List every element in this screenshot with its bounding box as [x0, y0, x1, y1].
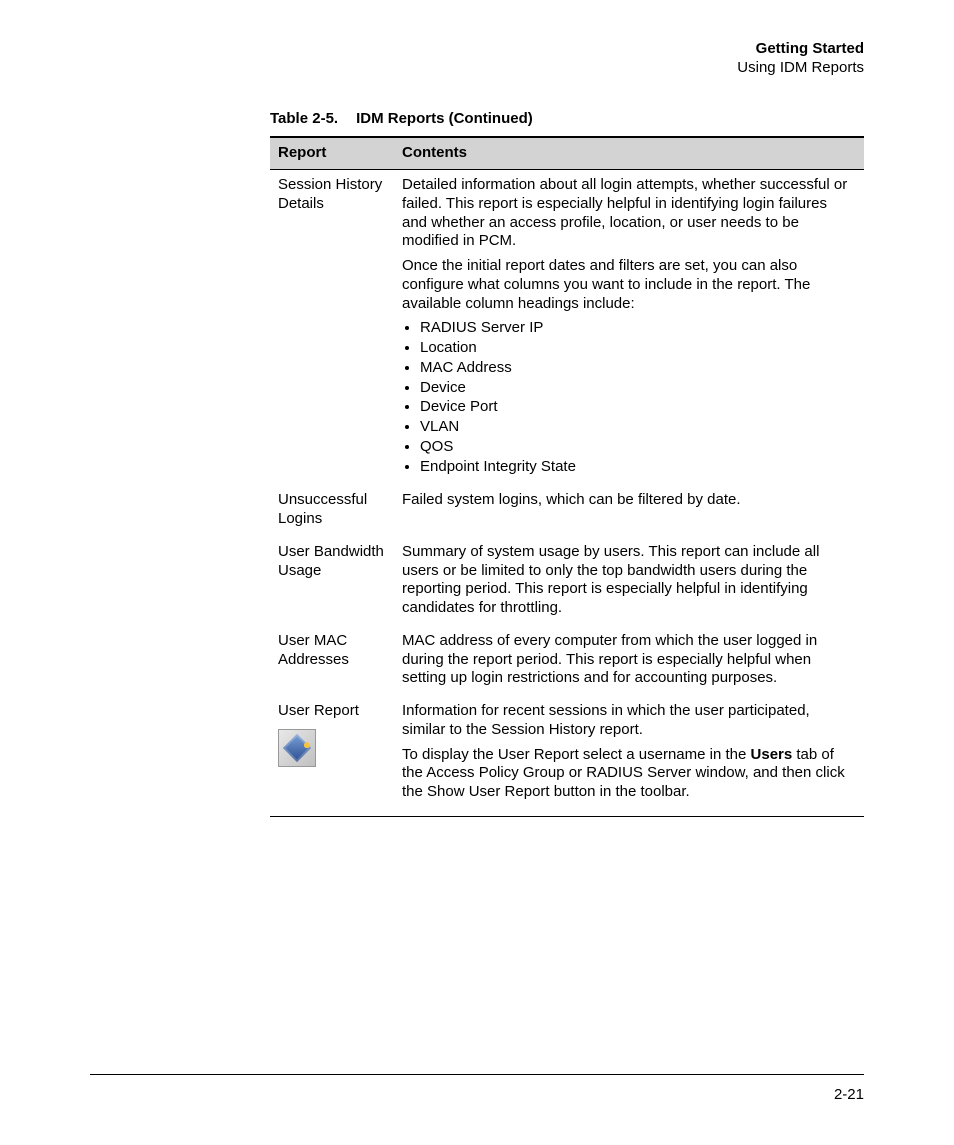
text: To display the User Report select a user…: [402, 746, 751, 763]
footer-rule: [90, 1074, 864, 1075]
table-number: Table 2-5.: [270, 110, 338, 127]
paragraph: To display the User Report select a user…: [402, 746, 856, 802]
chapter-title: Getting Started: [270, 40, 864, 59]
page-header: Getting Started Using IDM Reports: [270, 40, 864, 78]
report-name: User Report: [278, 702, 388, 721]
paragraph: Detailed information about all login att…: [402, 176, 856, 251]
report-contents: Detailed information about all login att…: [394, 170, 864, 486]
col-header-report: Report: [270, 137, 394, 169]
table-title: IDM Reports (Continued): [356, 110, 533, 127]
report-name-cell: User Report: [270, 696, 394, 816]
list-item: RADIUS Server IP: [420, 319, 856, 338]
report-contents: Failed system logins, which can be filte…: [394, 485, 864, 537]
report-name: User Bandwidth Usage: [270, 537, 394, 626]
reports-table: Report Contents Session History Details …: [270, 136, 864, 817]
section-title: Using IDM Reports: [270, 59, 864, 78]
table-row: User Bandwidth Usage Summary of system u…: [270, 537, 864, 626]
page-number: 2-21: [834, 1086, 864, 1105]
report-contents: Summary of system usage by users. This r…: [394, 537, 864, 626]
report-name: Session History Details: [270, 170, 394, 486]
report-name: User MAC Addresses: [270, 626, 394, 696]
list-item: Location: [420, 339, 856, 358]
report-contents: Information for recent sessions in which…: [394, 696, 864, 816]
paragraph: Information for recent sessions in which…: [402, 702, 856, 740]
page-content: Table 2-5. IDM Reports (Continued) Report…: [270, 110, 864, 817]
col-header-contents: Contents: [394, 137, 864, 169]
table-row: User MAC Addresses MAC address of every …: [270, 626, 864, 696]
table-header-row: Report Contents: [270, 137, 864, 169]
list-item: QOS: [420, 438, 856, 457]
list-item: VLAN: [420, 418, 856, 437]
list-item: Device Port: [420, 398, 856, 417]
table-row: Session History Details Detailed informa…: [270, 170, 864, 486]
report-contents: MAC address of every computer from which…: [394, 626, 864, 696]
paragraph: Once the initial report dates and filter…: [402, 257, 856, 313]
bold-text: Users: [751, 746, 793, 763]
list-item: Endpoint Integrity State: [420, 458, 856, 477]
table-row: User Report Information for recent sessi…: [270, 696, 864, 816]
list-item: Device: [420, 379, 856, 398]
list-item: MAC Address: [420, 359, 856, 378]
report-name: Unsuccessful Logins: [270, 485, 394, 537]
table-caption: Table 2-5. IDM Reports (Continued): [270, 110, 864, 129]
user-report-icon: [278, 729, 316, 767]
column-headings-list: RADIUS Server IP Location MAC Address De…: [420, 319, 856, 476]
table-row: Unsuccessful Logins Failed system logins…: [270, 485, 864, 537]
